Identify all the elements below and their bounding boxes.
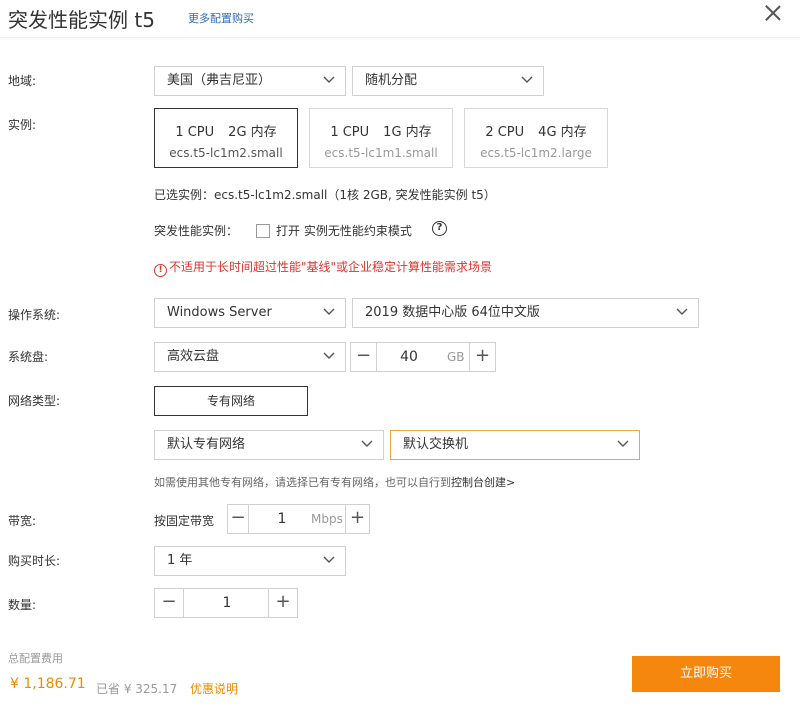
chevron-down-icon [521,76,533,83]
instance-code: ecs.t5-lc1m2.large [480,146,592,160]
dialog-title: 突发性能实例 t5 [8,8,155,32]
quantity-input[interactable]: 1 [184,589,270,617]
region-select-value: 美国（弗吉尼亚） [167,73,272,88]
quantity-label: 数量: [8,598,37,612]
duration-label: 购买时长: [8,554,61,568]
instance-warning: ! 不适用于长时间超过性能"基线"或企业稳定计算性能需求场景 [154,258,492,277]
vpc-select[interactable]: 默认专有网络 [154,430,384,460]
os-label: 操作系统: [8,308,61,322]
disk-size-stepper[interactable]: − 40 GB + [350,342,496,372]
vpc-select-value: 默认专有网络 [167,437,246,452]
bandwidth-label: 带宽: [8,514,37,528]
console-create-link[interactable]: 控制台创建> [451,476,515,489]
instance-mem: 4G 内存 [538,125,587,140]
instance-cpu: 1 CPU [330,125,370,140]
quantity-stepper[interactable]: − 1 + [154,588,298,618]
close-icon[interactable] [762,2,784,24]
instance-code: ecs.t5-lc1m2.small [169,146,283,160]
duration-select-value: 1 年 [167,553,193,568]
region-select[interactable]: 美国（弗吉尼亚） [154,66,346,96]
vswitch-select-value: 默认交换机 [403,437,469,452]
quantity-decrement-button[interactable]: − [155,589,184,617]
vpc-network-button[interactable]: 专有网络 [154,386,308,416]
bandwidth-decrement-button[interactable]: − [228,505,249,533]
more-config-link[interactable]: 更多配置购买 [188,10,254,26]
promo-info-link[interactable]: 优惠说明 [190,680,238,697]
disk-label: 系统盘: [8,350,49,364]
disk-size-unit: GB [447,350,465,364]
chevron-down-icon [361,440,373,447]
chevron-down-icon [323,308,335,315]
chevron-down-icon [323,556,335,563]
warning-text: 不适用于长时间超过性能"基线"或企业稳定计算性能需求场景 [169,260,493,274]
quantity-increment-button[interactable]: + [268,589,297,617]
zone-select[interactable]: 随机分配 [352,66,544,96]
disk-size-decrement-button[interactable]: − [351,343,377,371]
network-label: 网络类型: [8,394,61,408]
os-version-select[interactable]: 2019 数据中心版 64位中文版 [352,298,699,328]
os-version-value: 2019 数据中心版 64位中文版 [365,305,540,320]
unlimited-mode-label[interactable]: 打开 实例无性能约束模式 [276,222,412,239]
total-price: ¥ 1,186.71 [10,676,86,692]
dialog-header: 突发性能实例 t5 更多配置购买 [0,0,800,38]
instance-cpu: 2 CPU [485,125,525,140]
vswitch-select[interactable]: 默认交换机 [390,430,640,460]
selected-instance-info: 已选实例：ecs.t5-lc1m2.small（1核 2GB, 突发性能实例 t… [154,188,496,202]
unlimited-mode-checkbox[interactable] [256,224,270,238]
buy-now-button[interactable]: 立即购买 [632,656,780,692]
help-icon[interactable]: ? [432,221,447,236]
region-label: 地域: [8,74,37,88]
bandwidth-stepper[interactable]: − 1 Mbps + [227,504,370,534]
network-hint-text: 如需使用其他专有网络，请选择已有专有网络，也可以自行到 [154,476,451,489]
instance-card-small-1c1g[interactable]: 1 CPU 1G 内存 ecs.t5-lc1m1.small [309,108,453,168]
chevron-down-icon [676,308,688,315]
os-type-select[interactable]: Windows Server [154,298,346,328]
os-type-value: Windows Server [167,305,272,320]
bandwidth-input[interactable]: 1 [249,505,315,533]
bandwidth-unit: Mbps [311,512,343,526]
bandwidth-mode: 按固定带宽 [154,514,215,528]
bandwidth-increment-button[interactable]: + [345,505,369,533]
disk-size-increment-button[interactable]: + [469,343,495,371]
burst-label: 突发性能实例： [154,224,239,238]
disk-type-select[interactable]: 高效云盘 [154,342,346,372]
instance-label: 实例: [8,118,37,132]
saved-amount: 已省 ¥ 325.17 [96,682,178,696]
chevron-down-icon [323,352,335,359]
duration-select[interactable]: 1 年 [154,546,346,576]
instance-cpu: 1 CPU [175,125,215,140]
warning-icon: ! [154,264,167,277]
total-cost-label: 总配置费用 [8,652,63,665]
chevron-down-icon [617,440,629,447]
instance-code: ecs.t5-lc1m1.small [324,146,438,160]
chevron-down-icon [323,76,335,83]
instance-mem: 2G 内存 [228,125,277,140]
network-hint: 如需使用其他专有网络，请选择已有专有网络，也可以自行到控制台创建> [154,474,515,490]
instance-card-small-1c2g[interactable]: 1 CPU 2G 内存 ecs.t5-lc1m2.small [154,108,298,168]
disk-type-value: 高效云盘 [167,349,220,364]
instance-mem: 1G 内存 [383,125,432,140]
zone-select-value: 随机分配 [365,73,418,88]
instance-card-large-2c4g[interactable]: 2 CPU 4G 内存 ecs.t5-lc1m2.large [464,108,608,168]
disk-size-input[interactable]: 40 [377,343,441,371]
